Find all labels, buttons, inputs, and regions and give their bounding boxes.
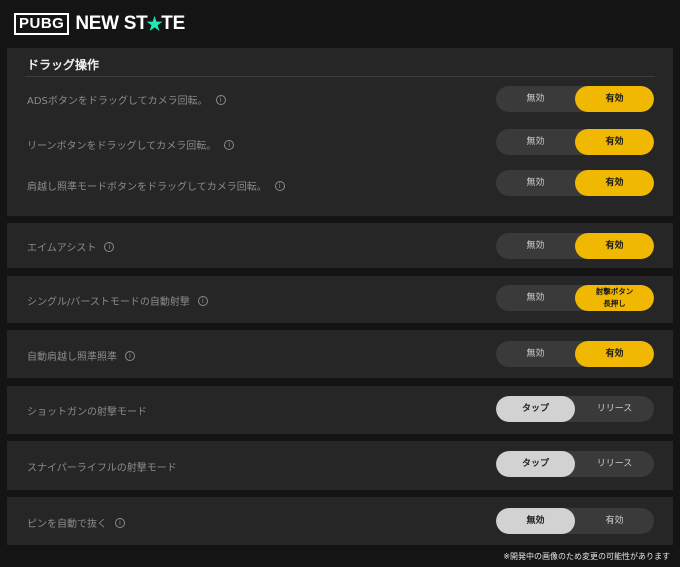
info-icon[interactable]: i	[274, 180, 285, 191]
info-icon[interactable]: i	[115, 517, 125, 528]
info-icon[interactable]: i	[224, 139, 235, 150]
logo-te: TE	[161, 13, 185, 34]
option-disabled[interactable]: 無効	[496, 341, 575, 367]
auto-fire-panel: シングル/バーストモードの自動射撃 i 無効 射撃ボタン 長押し	[7, 276, 673, 323]
label-text: ショットガンの射撃モード	[27, 407, 147, 418]
option-release[interactable]: リリース	[575, 396, 654, 422]
section-divider	[25, 76, 655, 77]
auto-fire-toggle: 無効 射撃ボタン 長押し	[496, 285, 654, 311]
shotgun-mode-toggle: タップ リリース	[496, 396, 654, 422]
logo-new-state-text: NEW ST ★ TE	[75, 13, 185, 35]
option-disabled[interactable]: 無効	[496, 86, 575, 112]
info-icon[interactable]: i	[197, 295, 208, 306]
label-text: シングル/バーストモードの自動射撃	[27, 297, 190, 308]
logo-new-st: NEW ST	[75, 13, 148, 34]
option-enabled[interactable]: 有効	[575, 341, 654, 367]
setting-label: ショットガンの射撃モード	[27, 403, 147, 418]
option-release[interactable]: リリース	[575, 451, 654, 477]
shoulder-drag-toggle: 無効 有効	[496, 170, 654, 196]
lean-drag-toggle: 無効 有効	[496, 129, 654, 155]
setting-label: 肩越し照準モードボタンをドラッグしてカメラ回転。 i	[27, 178, 285, 193]
setting-label: リーンボタンをドラッグしてカメラ回転。 i	[27, 137, 235, 152]
option-disabled[interactable]: 無効	[496, 508, 575, 534]
auto-shoulder-toggle: 無効 有効	[496, 341, 654, 367]
option-hold-fire-label: 射撃ボタン 長押し	[595, 287, 634, 308]
option-tap[interactable]: タップ	[496, 451, 575, 477]
auto-pin-panel: ピンを自動で抜く i 無効 有効	[7, 497, 673, 545]
logo-star-icon: ★	[146, 13, 163, 34]
option-enabled[interactable]: 有効	[575, 129, 654, 155]
info-icon[interactable]: i	[104, 241, 115, 252]
setting-label: シングル/バーストモードの自動射撃 i	[27, 293, 208, 308]
info-icon[interactable]: i	[125, 350, 135, 361]
shotgun-mode-panel: ショットガンの射撃モード タップ リリース	[7, 386, 673, 434]
option-disabled[interactable]: 無効	[496, 129, 575, 155]
logo-pubg-box: PUBG	[14, 13, 70, 35]
label-text: リーンボタンをドラッグしてカメラ回転。	[27, 141, 217, 152]
label-text: 自動肩越し照準照準	[27, 352, 117, 363]
sniper-mode-panel: スナイパーライフルの射撃モード タップ リリース	[7, 441, 673, 490]
option-enabled[interactable]: 有効	[575, 233, 654, 259]
pubg-new-state-logo: PUBG NEW ST ★ TE	[14, 10, 185, 38]
label-text: エイムアシスト	[27, 243, 97, 254]
setting-label: ADSボタンをドラッグしてカメラ回転。 i	[27, 92, 226, 107]
setting-label: エイムアシスト i	[27, 239, 115, 254]
auto-pin-toggle: 無効 有効	[496, 508, 654, 534]
option-disabled[interactable]: 無効	[496, 233, 575, 259]
setting-label: 自動肩越し照準照準 i	[27, 348, 135, 363]
option-tap[interactable]: タップ	[496, 396, 575, 422]
option-disabled[interactable]: 無効	[496, 285, 575, 311]
option-enabled[interactable]: 有効	[575, 86, 654, 112]
option-hold-fire-button[interactable]: 射撃ボタン 長押し	[575, 285, 654, 311]
option-enabled[interactable]: 有効	[575, 170, 654, 196]
aim-assist-panel: エイムアシスト i 無効 有効	[7, 223, 673, 268]
development-disclaimer: ※開発中の画像のため変更の可能性があります	[503, 552, 670, 561]
label-text: ADSボタンをドラッグしてカメラ回転。	[27, 96, 208, 107]
label-text: 肩越し照準モードボタンをドラッグしてカメラ回転。	[27, 182, 267, 193]
label-text: スナイパーライフルの射撃モード	[27, 463, 177, 474]
info-icon[interactable]: i	[215, 94, 226, 105]
option-enabled[interactable]: 有効	[575, 508, 654, 534]
section-title: ドラッグ操作	[27, 58, 100, 72]
sniper-mode-toggle: タップ リリース	[496, 451, 654, 477]
label-text: ピンを自動で抜く	[27, 519, 107, 530]
setting-label: ピンを自動で抜く i	[27, 515, 125, 530]
ads-drag-toggle: 無効 有効	[496, 86, 654, 112]
option-disabled[interactable]: 無効	[496, 170, 575, 196]
setting-label: スナイパーライフルの射撃モード	[27, 459, 177, 474]
aim-assist-toggle: 無効 有効	[496, 233, 654, 259]
drag-section-panel: ドラッグ操作 ADSボタンをドラッグしてカメラ回転。 i 無効 有効 リーンボタ…	[7, 48, 673, 216]
auto-shoulder-panel: 自動肩越し照準照準 i 無効 有効	[7, 330, 673, 378]
